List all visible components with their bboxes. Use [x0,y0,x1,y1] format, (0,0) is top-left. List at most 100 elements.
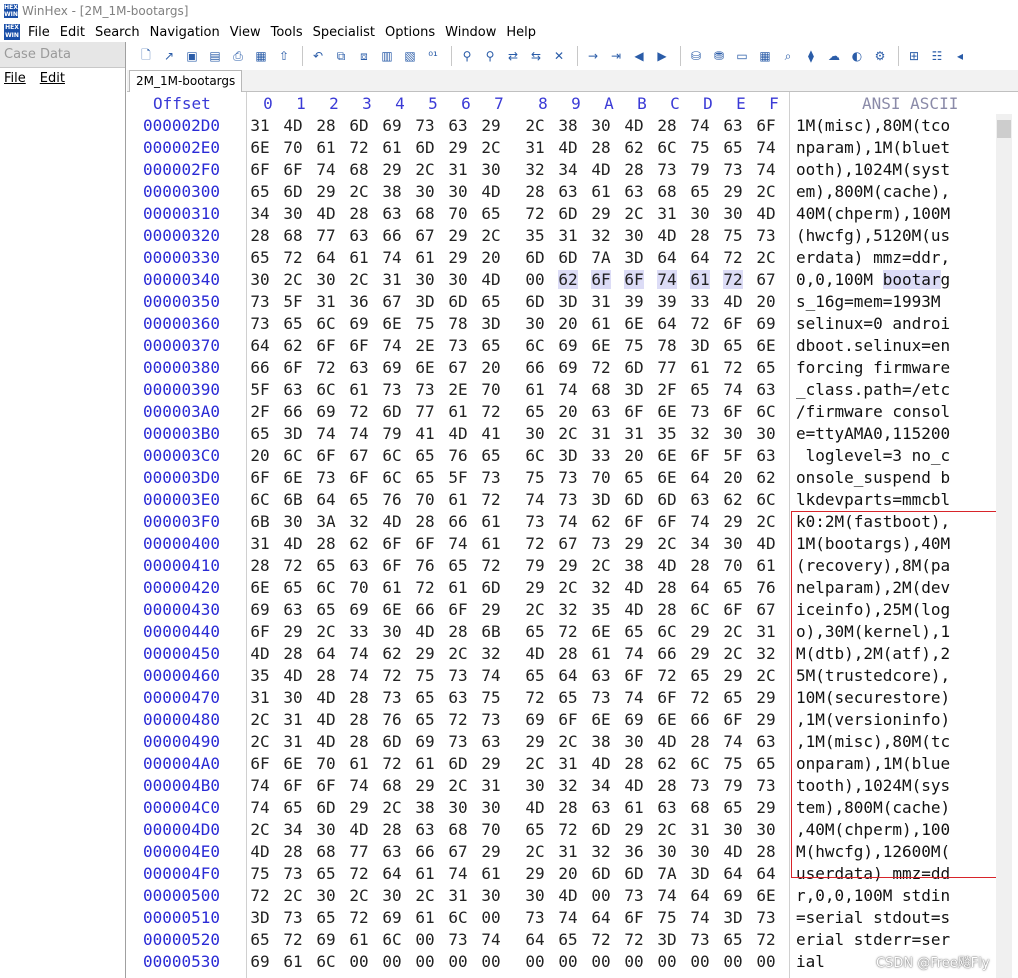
hex-byte[interactable]: 31 [316,292,336,311]
hex-byte[interactable]: 3D [624,248,644,267]
hex-byte[interactable]: 30 [591,116,611,135]
hex-byte[interactable]: 20 [481,358,501,377]
hex-byte[interactable]: 6F [657,512,677,531]
hex-byte[interactable]: 78 [657,336,677,355]
hex-byte[interactable]: 6F [558,710,578,729]
hex-byte[interactable]: 65 [283,798,303,817]
hex-byte[interactable]: 30 [316,820,336,839]
hex-byte[interactable]: 65 [250,930,270,949]
hex-byte[interactable]: 63 [756,446,776,465]
hex-byte[interactable]: 6D [316,798,336,817]
hex-byte[interactable]: 31 [250,688,270,707]
hex-byte[interactable]: 61 [415,754,435,773]
hex-byte[interactable]: 29 [756,798,776,817]
hex-byte[interactable]: 28 [657,600,677,619]
hex-byte[interactable]: 6C [316,952,336,971]
ascii-text[interactable]: ooth),1024M(syst [796,160,950,179]
hex-byte[interactable]: 29 [756,710,776,729]
hex-row[interactable]: 00000310 34 30 4D 28 63 68 70 65 72 6D 29 2C 31 30 30 4D… [127,202,997,224]
hex-byte[interactable]: 2C [349,886,369,905]
hex-byte[interactable]: 30 [690,842,710,861]
hex-byte[interactable]: 6C [657,622,677,641]
find-text-icon[interactable]: ⚲ [457,46,477,66]
hex-byte[interactable]: 6F [250,754,270,773]
hex-byte[interactable]: 4D [283,534,303,553]
hex-byte[interactable]: 3D [558,292,578,311]
hex-byte[interactable]: 6C [382,930,402,949]
hex-byte[interactable]: 61 [690,270,710,289]
hex-byte[interactable]: 63 [382,842,402,861]
hex-byte[interactable]: 30 [382,622,402,641]
hex-byte[interactable]: 64 [316,248,336,267]
hex-byte[interactable]: 6C [316,314,336,333]
hex-byte[interactable]: 6E [283,468,303,487]
hex-byte[interactable]: 6E [283,754,303,773]
hex-byte[interactable]: 4D [415,622,435,641]
hex-byte[interactable]: 29 [481,754,501,773]
hex-byte[interactable]: 68 [690,798,710,817]
hex-byte[interactable]: 00 [415,952,435,971]
hex-byte[interactable]: 34 [283,820,303,839]
hex-byte[interactable]: 61 [349,248,369,267]
hex-byte[interactable]: 30 [316,886,336,905]
hex-byte[interactable]: 6D [558,248,578,267]
hex-byte[interactable]: 63 [690,490,710,509]
hex-byte[interactable]: 29 [448,248,468,267]
find-hex-icon[interactable]: ⚲ [480,46,500,66]
hex-byte[interactable]: 28 [250,556,270,575]
hex-byte[interactable]: 65 [250,424,270,443]
hex-byte[interactable]: 74 [756,138,776,157]
hex-byte[interactable]: 4D [624,116,644,135]
hex-byte[interactable]: 4D [756,534,776,553]
hex-byte[interactable]: 73 [448,336,468,355]
binary-icon[interactable]: ⁰¹ [423,46,443,66]
hex-byte[interactable]: 6C [690,600,710,619]
hex-byte[interactable]: 68 [448,820,468,839]
hex-byte[interactable]: 79 [723,776,743,795]
hex-byte[interactable]: 6F [723,402,743,421]
hex-byte[interactable]: 28 [250,226,270,245]
hex-byte[interactable]: 73 [283,864,303,883]
hex-byte[interactable]: 74 [316,160,336,179]
hex-byte[interactable]: 29 [481,116,501,135]
hex-byte[interactable]: 20 [624,446,644,465]
hex-row[interactable]: 000004A0 6F 6E 70 61 72 61 6D 29 2C 31 4D 28 62 6C 75 65… [127,752,997,774]
print-icon[interactable]: ⎙ [228,46,248,66]
hex-byte[interactable]: 2C [250,732,270,751]
hex-byte[interactable]: 65 [481,292,501,311]
hex-byte[interactable]: 72 [624,930,644,949]
hex-byte[interactable]: 28 [349,688,369,707]
hex-byte[interactable]: 69 [382,116,402,135]
hex-byte[interactable]: 66 [448,512,468,531]
open-disk-icon[interactable]: ⛁ [686,46,706,66]
hex-byte[interactable]: 30 [723,424,743,443]
hex-byte[interactable]: 64 [382,864,402,883]
hex-byte[interactable]: 39 [657,292,677,311]
hex-byte[interactable]: 00 [349,952,369,971]
hex-byte[interactable]: 73 [723,160,743,179]
hex-row[interactable]: 000003C0 20 6C 6F 67 6C 65 76 65 6C 3D 33 20 6E 6F 5F 63… [127,444,997,466]
tab-2m-1m-bootargs[interactable]: 2M_1M-bootargs [129,70,243,92]
hex-byte[interactable]: 69 [382,908,402,927]
hex-byte[interactable]: 76 [448,446,468,465]
hex-byte[interactable]: 70 [283,138,303,157]
hex-byte[interactable]: 29 [624,820,644,839]
hex-byte[interactable]: 79 [525,556,545,575]
hex-byte[interactable]: 3D [283,424,303,443]
hex-byte[interactable]: 5F [723,446,743,465]
hex-byte[interactable]: 72 [723,248,743,267]
hex-byte[interactable]: 29 [591,204,611,223]
hex-byte[interactable]: 72 [481,490,501,509]
hex-byte[interactable]: 31 [624,424,644,443]
hex-byte[interactable]: 2F [250,402,270,421]
hex-byte[interactable]: 74 [382,248,402,267]
hex-byte[interactable]: 61 [415,248,435,267]
hex-byte[interactable]: 69 [316,402,336,421]
hex-byte[interactable]: 6E [657,446,677,465]
hex-byte[interactable]: 75 [624,336,644,355]
hex-byte[interactable]: 61 [349,930,369,949]
hex-byte[interactable]: 30 [448,798,468,817]
hex-byte[interactable]: 4D [481,270,501,289]
hex-byte[interactable]: 29 [558,556,578,575]
hex-byte[interactable]: 30 [525,424,545,443]
